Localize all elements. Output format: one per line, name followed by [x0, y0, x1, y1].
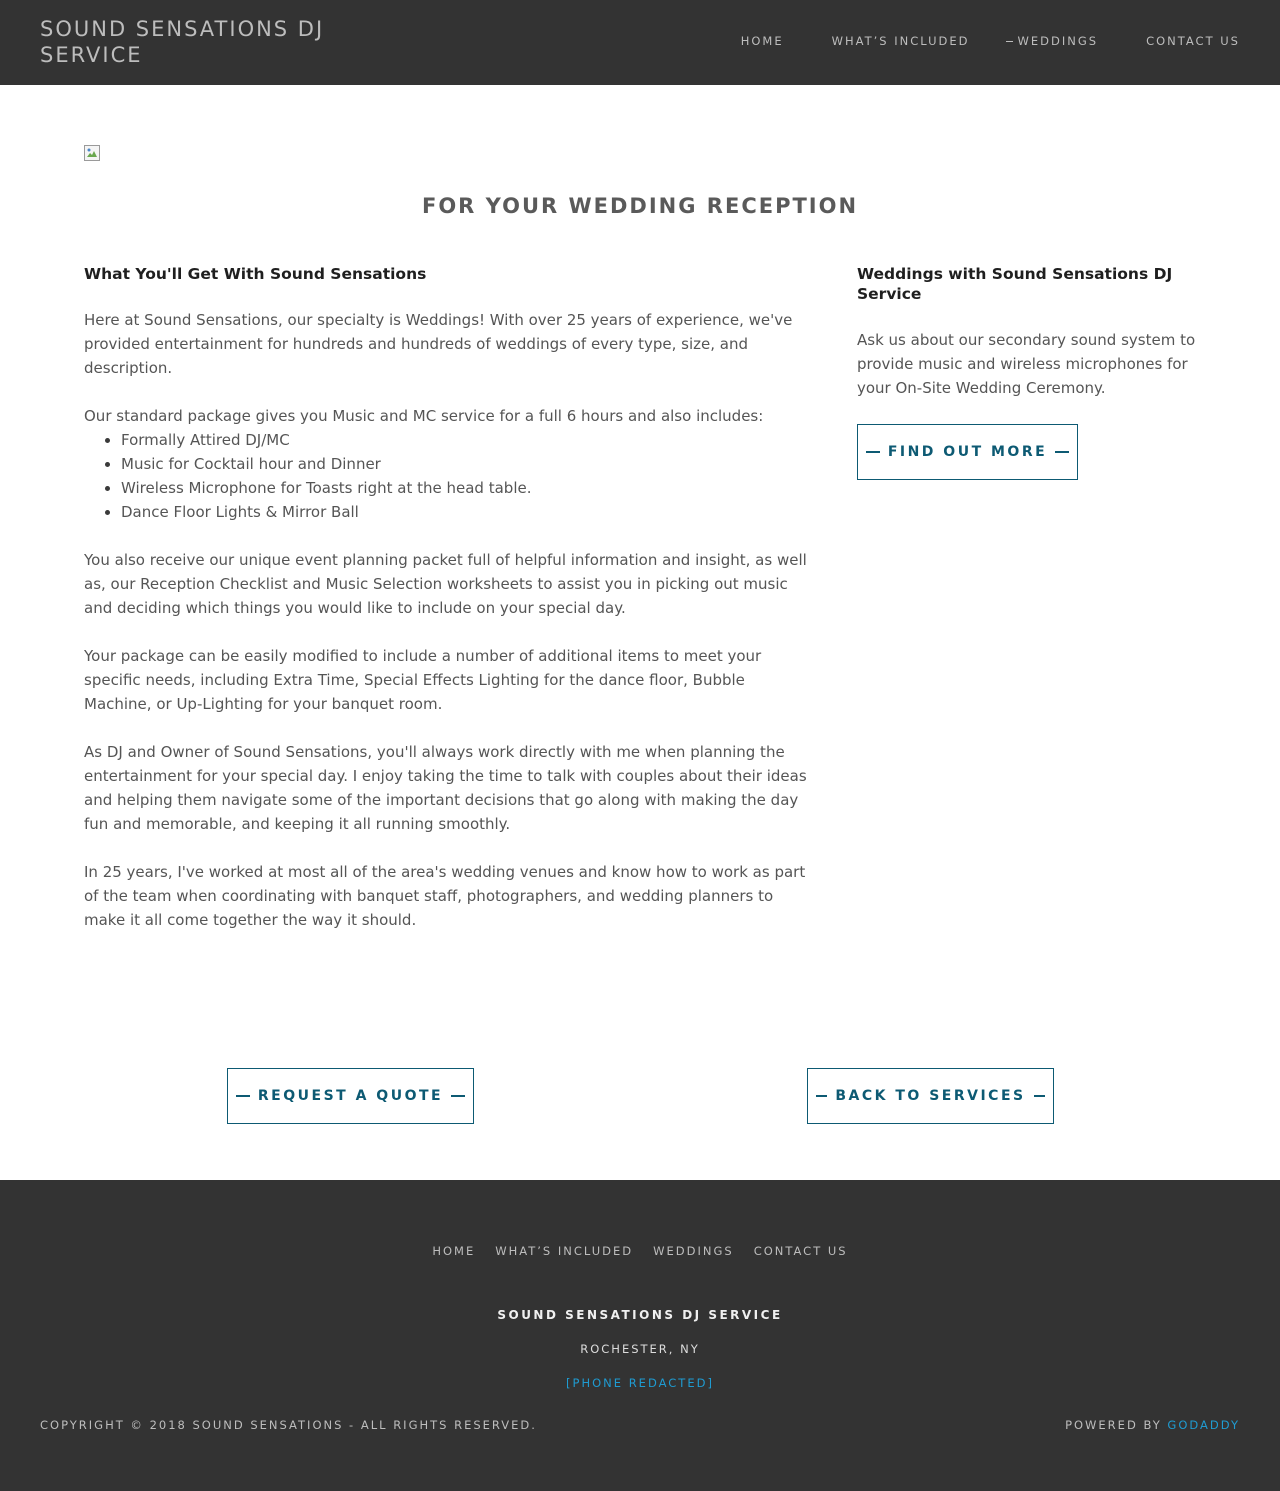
nav-weddings[interactable]: WEDDINGS [1005, 34, 1099, 48]
button-line-decoration [1033, 1095, 1045, 1097]
details-paragraph: In 25 years, I've worked at most all of … [84, 863, 806, 929]
site-header: SOUND SENSATIONS DJ SERVICE HOME WHAT’S … [0, 0, 1280, 85]
footer-nav-whats-included[interactable]: WHAT’S INCLUDED [495, 1244, 633, 1258]
list-item: Wireless Microphone for Toasts right at … [102, 476, 810, 500]
find-out-more-button[interactable]: FIND OUT MORE [857, 424, 1078, 480]
top-nav: HOME WHAT’S INCLUDED WEDDINGS CONTACT US [741, 34, 1240, 48]
nav-home[interactable]: HOME [741, 34, 784, 48]
back-to-services-button[interactable]: BACK TO SERVICES [807, 1068, 1054, 1124]
button-line-decoration [816, 1095, 828, 1097]
footer-location: ROCHESTER, NY [580, 1342, 700, 1356]
footer-phone-link[interactable]: [PHONE REDACTED] [0, 1376, 1280, 1390]
footer-nav-weddings[interactable]: WEDDINGS [653, 1244, 734, 1258]
find-out-more-label: FIND OUT MORE [887, 444, 1048, 460]
ceremony-sidebar: Weddings with Sound Sensations DJ Servic… [857, 264, 1202, 400]
godaddy-link[interactable]: GODADDY [1167, 1418, 1240, 1432]
details-heading: What You'll Get With Sound Sensations [84, 265, 427, 283]
footer-nav: HOME WHAT’S INCLUDED WEDDINGS CONTACT US [0, 1244, 1280, 1258]
page-title: FOR YOUR WEDDING RECEPTION [421, 194, 859, 218]
button-line-decoration [451, 1095, 465, 1097]
broken-image-icon [84, 145, 100, 161]
back-to-services-label: BACK TO SERVICES [835, 1088, 1026, 1104]
details-paragraph: You also receive our unique event planni… [84, 551, 807, 617]
details-paragraph: Here at Sound Sensations, our specialty … [84, 311, 793, 377]
request-quote-button[interactable]: REQUEST A QUOTE [227, 1068, 474, 1124]
site-brand[interactable]: SOUND SENSATIONS DJ SERVICE [40, 16, 370, 68]
request-quote-label: REQUEST A QUOTE [257, 1088, 444, 1104]
sidebar-text: Ask us about our secondary sound system … [857, 331, 1196, 397]
button-line-decoration [236, 1095, 250, 1097]
list-item: Dance Floor Lights & Mirror Ball [102, 500, 810, 524]
nav-weddings-label: WEDDINGS [1017, 34, 1099, 48]
nav-contact[interactable]: CONTACT US [1146, 34, 1240, 48]
powered-by-label: POWERED BY [1065, 1418, 1162, 1432]
details-paragraph: As DJ and Owner of Sound Sensations, you… [84, 743, 807, 833]
sidebar-heading: Weddings with Sound Sensations DJ Servic… [857, 265, 1173, 303]
site-footer: HOME WHAT’S INCLUDED WEDDINGS CONTACT US… [0, 1180, 1280, 1491]
list-item: Music for Cocktail hour and Dinner [102, 452, 810, 476]
button-line-decoration [866, 451, 880, 453]
footer-business-name: SOUND SENSATIONS DJ SERVICE [497, 1308, 783, 1322]
details-paragraph: Our standard package gives you Music and… [84, 407, 764, 425]
list-item: Formally Attired DJ/MC [102, 428, 810, 452]
footer-nav-home[interactable]: HOME [432, 1244, 475, 1258]
nav-whats-included[interactable]: WHAT’S INCLUDED [832, 34, 970, 48]
powered-by: POWERED BY GODADDY [1065, 1418, 1240, 1432]
active-indicator-icon [1005, 40, 1013, 42]
wedding-details: What You'll Get With Sound Sensations He… [84, 264, 810, 932]
details-paragraph: Your package can be easily modified to i… [84, 647, 762, 713]
copyright-text: COPYRIGHT © 2018 SOUND SENSATIONS - ALL … [40, 1418, 537, 1432]
button-line-decoration [1055, 451, 1069, 453]
footer-nav-contact[interactable]: CONTACT US [754, 1244, 848, 1258]
package-list: Formally Attired DJ/MC Music for Cocktai… [102, 428, 810, 524]
